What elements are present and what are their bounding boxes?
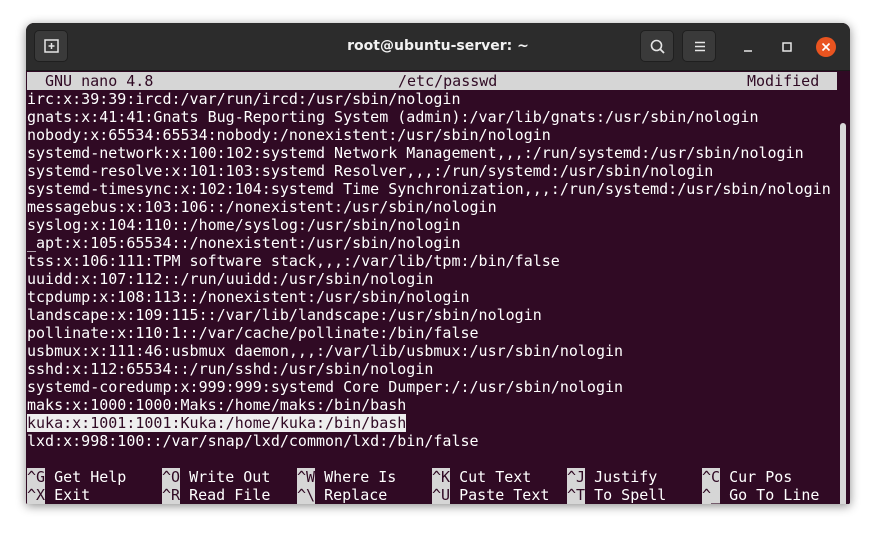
window-title: root@ubuntu-server: ~	[347, 38, 529, 54]
file-line[interactable]: sshd:x:112:65534::/run/sshd:/usr/sbin/no…	[27, 360, 433, 378]
minimize-icon	[744, 50, 752, 52]
file-line[interactable]: usbmux:x:111:46:usbmux daemon,,,:/var/li…	[27, 342, 623, 360]
nano-header-bar: GNU nano 4.8 /etc/passwd Modified	[27, 72, 837, 90]
close-button[interactable]	[815, 36, 837, 58]
shortcut-label: Justify	[594, 468, 658, 486]
shortcut-get-help[interactable]: ^G Get Help	[27, 468, 126, 486]
shortcut-write-out[interactable]: ^O Write Out	[162, 468, 270, 486]
shortcut-key: ^R	[162, 486, 181, 504]
shortcut-justify[interactable]: ^J Justify	[567, 468, 657, 486]
shortcut-to-spell[interactable]: ^T To Spell	[567, 486, 666, 504]
shortcut-label: Write Out	[189, 468, 271, 486]
shortcut-key: ^U	[432, 486, 451, 504]
file-line[interactable]: systemd-timesync:x:102:104:systemd Time …	[27, 180, 831, 198]
file-line[interactable]: _apt:x:105:65534::/nonexistent:/usr/sbin…	[27, 234, 460, 252]
shortcut-cur-pos[interactable]: ^C Cur Pos	[702, 468, 792, 486]
maximize-button[interactable]	[776, 36, 798, 58]
shortcut-paste-text[interactable]: ^U Paste Text	[432, 486, 549, 504]
new-tab-button[interactable]	[34, 30, 68, 62]
shortcut-key: ^O	[162, 468, 181, 486]
terminal-area[interactable]: GNU nano 4.8 /etc/passwd Modified irc:x:…	[26, 71, 850, 504]
file-line[interactable]: syslog:x:104:110::/home/syslog:/usr/sbin…	[27, 216, 460, 234]
search-button[interactable]	[640, 30, 674, 62]
shortcut-label: Exit	[54, 486, 91, 504]
nano-filename: /etc/passwd	[398, 72, 498, 90]
shortcut-go-to-line[interactable]: ^_ Go To Line	[702, 486, 819, 504]
maximize-icon	[782, 42, 792, 52]
shortcut-label: Cur Pos	[729, 468, 793, 486]
file-line[interactable]: tcpdump:x:108:113::/nonexistent:/usr/sbi…	[27, 288, 470, 306]
file-line[interactable]: maks:x:1000:1000:Maks:/home/maks:/bin/ba…	[27, 396, 406, 414]
shortcut-key: ^W	[297, 468, 316, 486]
shortcut-label: Go To Line	[729, 486, 820, 504]
close-icon	[816, 37, 836, 57]
shortcut-key: ^G	[27, 468, 46, 486]
shortcut-exit[interactable]: ^X Exit	[27, 486, 90, 504]
new-tab-icon	[44, 39, 59, 53]
shortcut-where-is[interactable]: ^W Where Is	[297, 468, 396, 486]
nano-modified-status: Modified	[747, 72, 820, 90]
shortcut-replace[interactable]: ^\ Replace	[297, 486, 387, 504]
menu-button[interactable]	[682, 30, 716, 62]
minimize-button[interactable]	[737, 36, 759, 58]
file-line[interactable]: systemd-coredump:x:999:999:systemd Core …	[27, 378, 623, 396]
file-line[interactable]: irc:x:39:39:ircd:/var/run/ircd:/usr/sbin…	[27, 90, 460, 108]
file-line[interactable]: messagebus:x:103:106::/nonexistent:/usr/…	[27, 198, 497, 216]
shortcut-label: Paste Text	[459, 486, 550, 504]
shortcut-read-file[interactable]: ^R Read File	[162, 486, 270, 504]
nano-version: GNU nano 4.8	[45, 72, 154, 90]
shortcut-label: To Spell	[594, 486, 667, 504]
shortcut-label: Get Help	[54, 468, 127, 486]
shortcut-label: Read File	[189, 486, 271, 504]
shortcut-key: ^J	[567, 468, 586, 486]
file-line-selected[interactable]: kuka:x:1001:1001:Kuka:/home/kuka:/bin/ba…	[27, 414, 407, 432]
shortcut-key: ^X	[27, 486, 46, 504]
title-bar[interactable]: root@ubuntu-server: ~	[26, 23, 850, 71]
shortcut-label: Where Is	[324, 468, 397, 486]
shortcut-key: ^K	[432, 468, 451, 486]
shortcut-key: ^\	[297, 486, 316, 504]
file-line[interactable]: lxd:x:998:100::/var/snap/lxd/common/lxd:…	[27, 432, 479, 450]
shortcut-key: ^C	[702, 468, 721, 486]
file-line[interactable]: pollinate:x:110:1::/var/cache/pollinate:…	[27, 324, 479, 342]
shortcut-label: Cut Text	[459, 468, 532, 486]
search-icon	[650, 39, 665, 54]
shortcut-cut-text[interactable]: ^K Cut Text	[432, 468, 531, 486]
file-line[interactable]: gnats:x:41:41:Gnats Bug-Reporting System…	[27, 108, 759, 126]
shortcut-label: Replace	[324, 486, 388, 504]
file-line[interactable]: systemd-network:x:100:102:systemd Networ…	[27, 144, 804, 162]
file-line[interactable]: landscape:x:109:115::/var/lib/landscape:…	[27, 306, 542, 324]
shortcut-key: ^_	[702, 486, 721, 504]
file-line[interactable]: nobody:x:65534:65534:nobody:/nonexistent…	[27, 126, 551, 144]
scrollbar[interactable]	[840, 123, 846, 504]
hamburger-menu-icon	[695, 41, 705, 52]
file-line[interactable]: systemd-resolve:x:101:103:systemd Resolv…	[27, 162, 713, 180]
terminal-window: root@ubuntu-server: ~ GNU nano 4.8 /etc/…	[26, 23, 850, 504]
shortcut-key: ^T	[567, 486, 586, 504]
file-line[interactable]: tss:x:106:111:TPM software stack,,,:/var…	[27, 252, 560, 270]
file-line[interactable]: uuidd:x:107:112::/run/uuidd:/usr/sbin/no…	[27, 270, 433, 288]
